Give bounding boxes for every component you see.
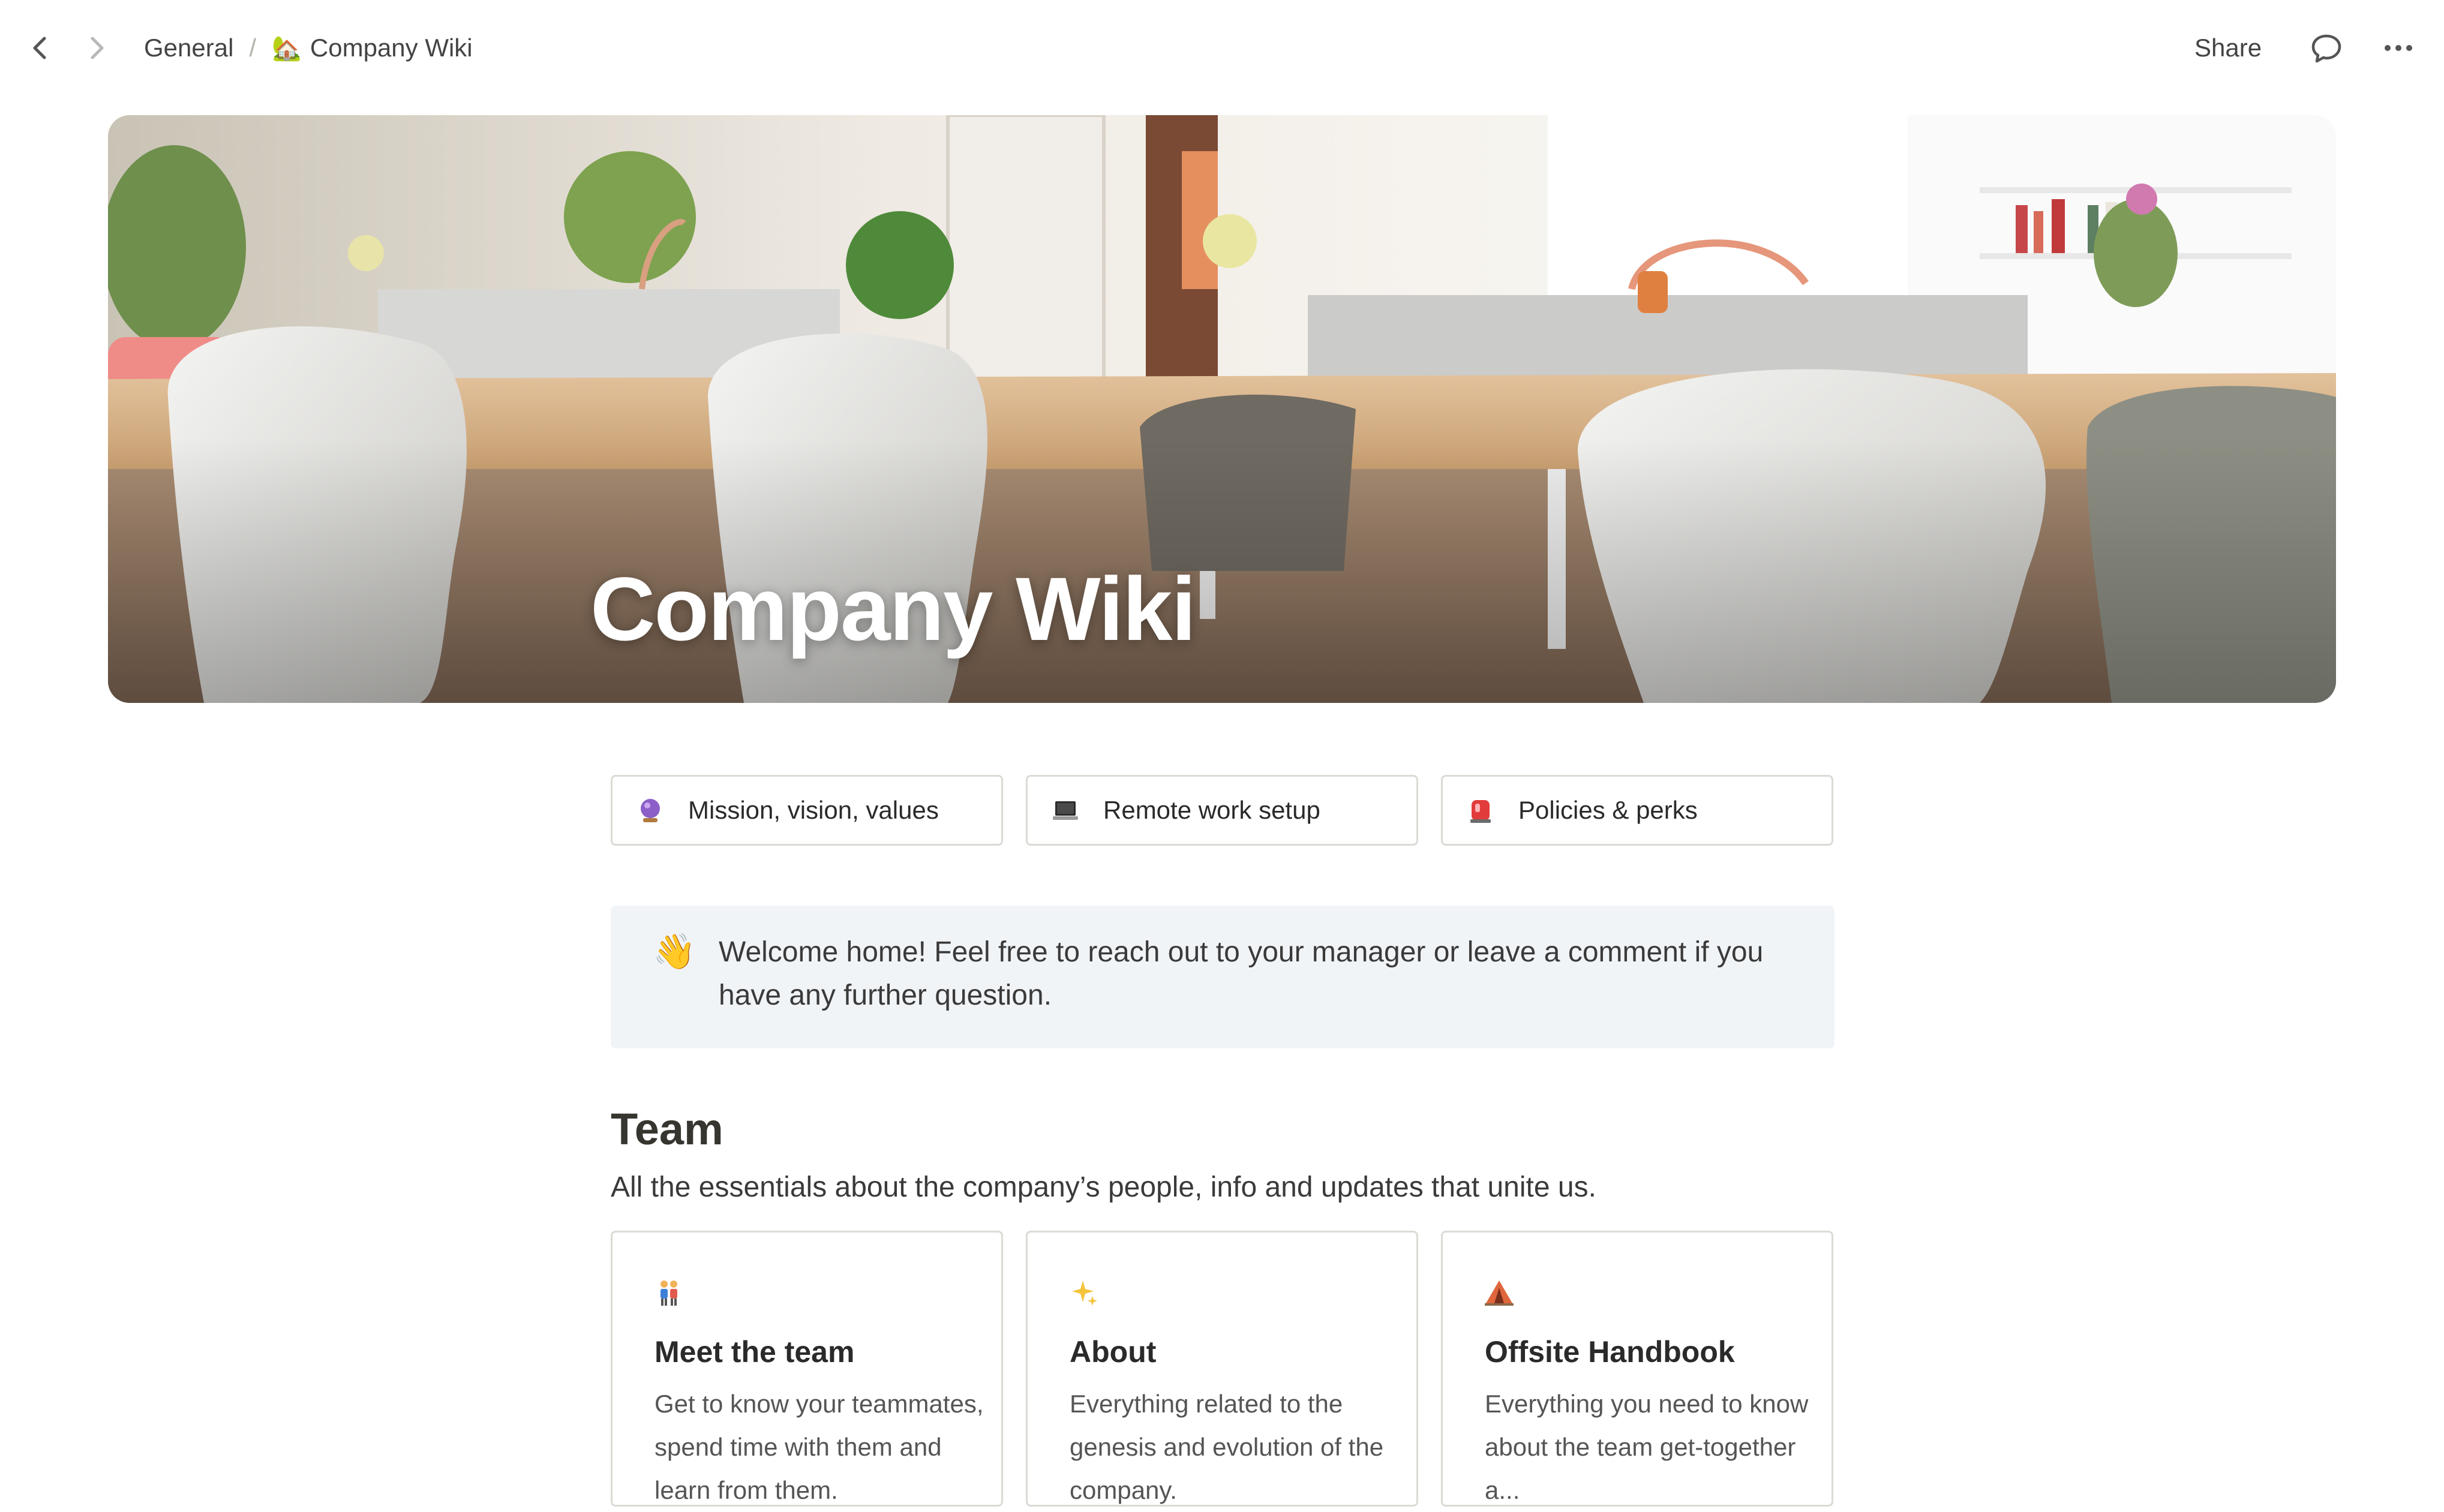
breadcrumb: General / 🏡 Company Wiki xyxy=(144,29,473,67)
card-offsite-handbook[interactable]: Offsite Handbook Everything you need to … xyxy=(1441,1231,1833,1507)
card-title: Offsite Handbook xyxy=(1485,1335,1735,1369)
cover-image xyxy=(108,115,2336,703)
back-arrow-icon[interactable] xyxy=(19,26,62,70)
callout-text: Welcome home! Feel free to reach out to … xyxy=(719,936,1764,1011)
people-icon xyxy=(654,1278,683,1307)
quick-link-remote-work[interactable]: Remote work setup xyxy=(1026,775,1418,846)
card-about[interactable]: About Everything related to the genesis … xyxy=(1026,1231,1418,1507)
share-button[interactable]: Share xyxy=(2194,29,2262,67)
waving-hand-icon: 👋 xyxy=(653,931,696,972)
office-photo xyxy=(108,115,2336,703)
comment-icon[interactable] xyxy=(2304,25,2349,71)
sparkles-icon xyxy=(1070,1278,1098,1307)
siren-icon xyxy=(1467,796,1494,824)
breadcrumb-item-company-wiki[interactable]: 🏡 Company Wiki xyxy=(272,34,473,62)
card-title: About xyxy=(1070,1335,1157,1369)
top-bar: General / 🏡 Company Wiki Share xyxy=(0,0,2444,96)
team-heading: Team xyxy=(611,1104,723,1154)
card-description: Everything related to the genesis and ev… xyxy=(1070,1390,1384,1504)
card-description: Get to know your teammates, spend time w… xyxy=(654,1390,984,1504)
welcome-callout: 👋 Welcome home! Feel free to reach out t… xyxy=(611,906,1834,1048)
breadcrumb-separator: / xyxy=(249,34,257,62)
quick-link-label: Remote work setup xyxy=(1103,796,1320,824)
quick-link-label: Policies & perks xyxy=(1518,796,1698,824)
crystal-ball-icon xyxy=(636,796,664,824)
house-icon: 🏡 xyxy=(272,34,302,62)
breadcrumb-label: Company Wiki xyxy=(310,34,473,62)
card-title: Meet the team xyxy=(654,1335,855,1369)
team-subheading: All the essentials about the company’s p… xyxy=(611,1171,1596,1203)
breadcrumb-label: General xyxy=(144,34,234,62)
quick-link-mission[interactable]: Mission, vision, values xyxy=(611,775,1003,846)
quick-link-label: Mission, vision, values xyxy=(688,796,939,824)
quick-link-policies[interactable]: Policies & perks xyxy=(1441,775,1833,846)
forward-arrow-icon[interactable] xyxy=(74,26,118,70)
page-title: Company Wiki xyxy=(590,558,1196,659)
more-icon[interactable] xyxy=(2376,25,2421,71)
card-description: Everything you need to know about the te… xyxy=(1485,1390,1809,1504)
tent-icon xyxy=(1485,1278,1514,1307)
breadcrumb-item-general[interactable]: General xyxy=(144,34,233,62)
laptop-icon xyxy=(1052,796,1079,824)
card-meet-the-team[interactable]: Meet the team Get to know your teammates… xyxy=(611,1231,1003,1507)
